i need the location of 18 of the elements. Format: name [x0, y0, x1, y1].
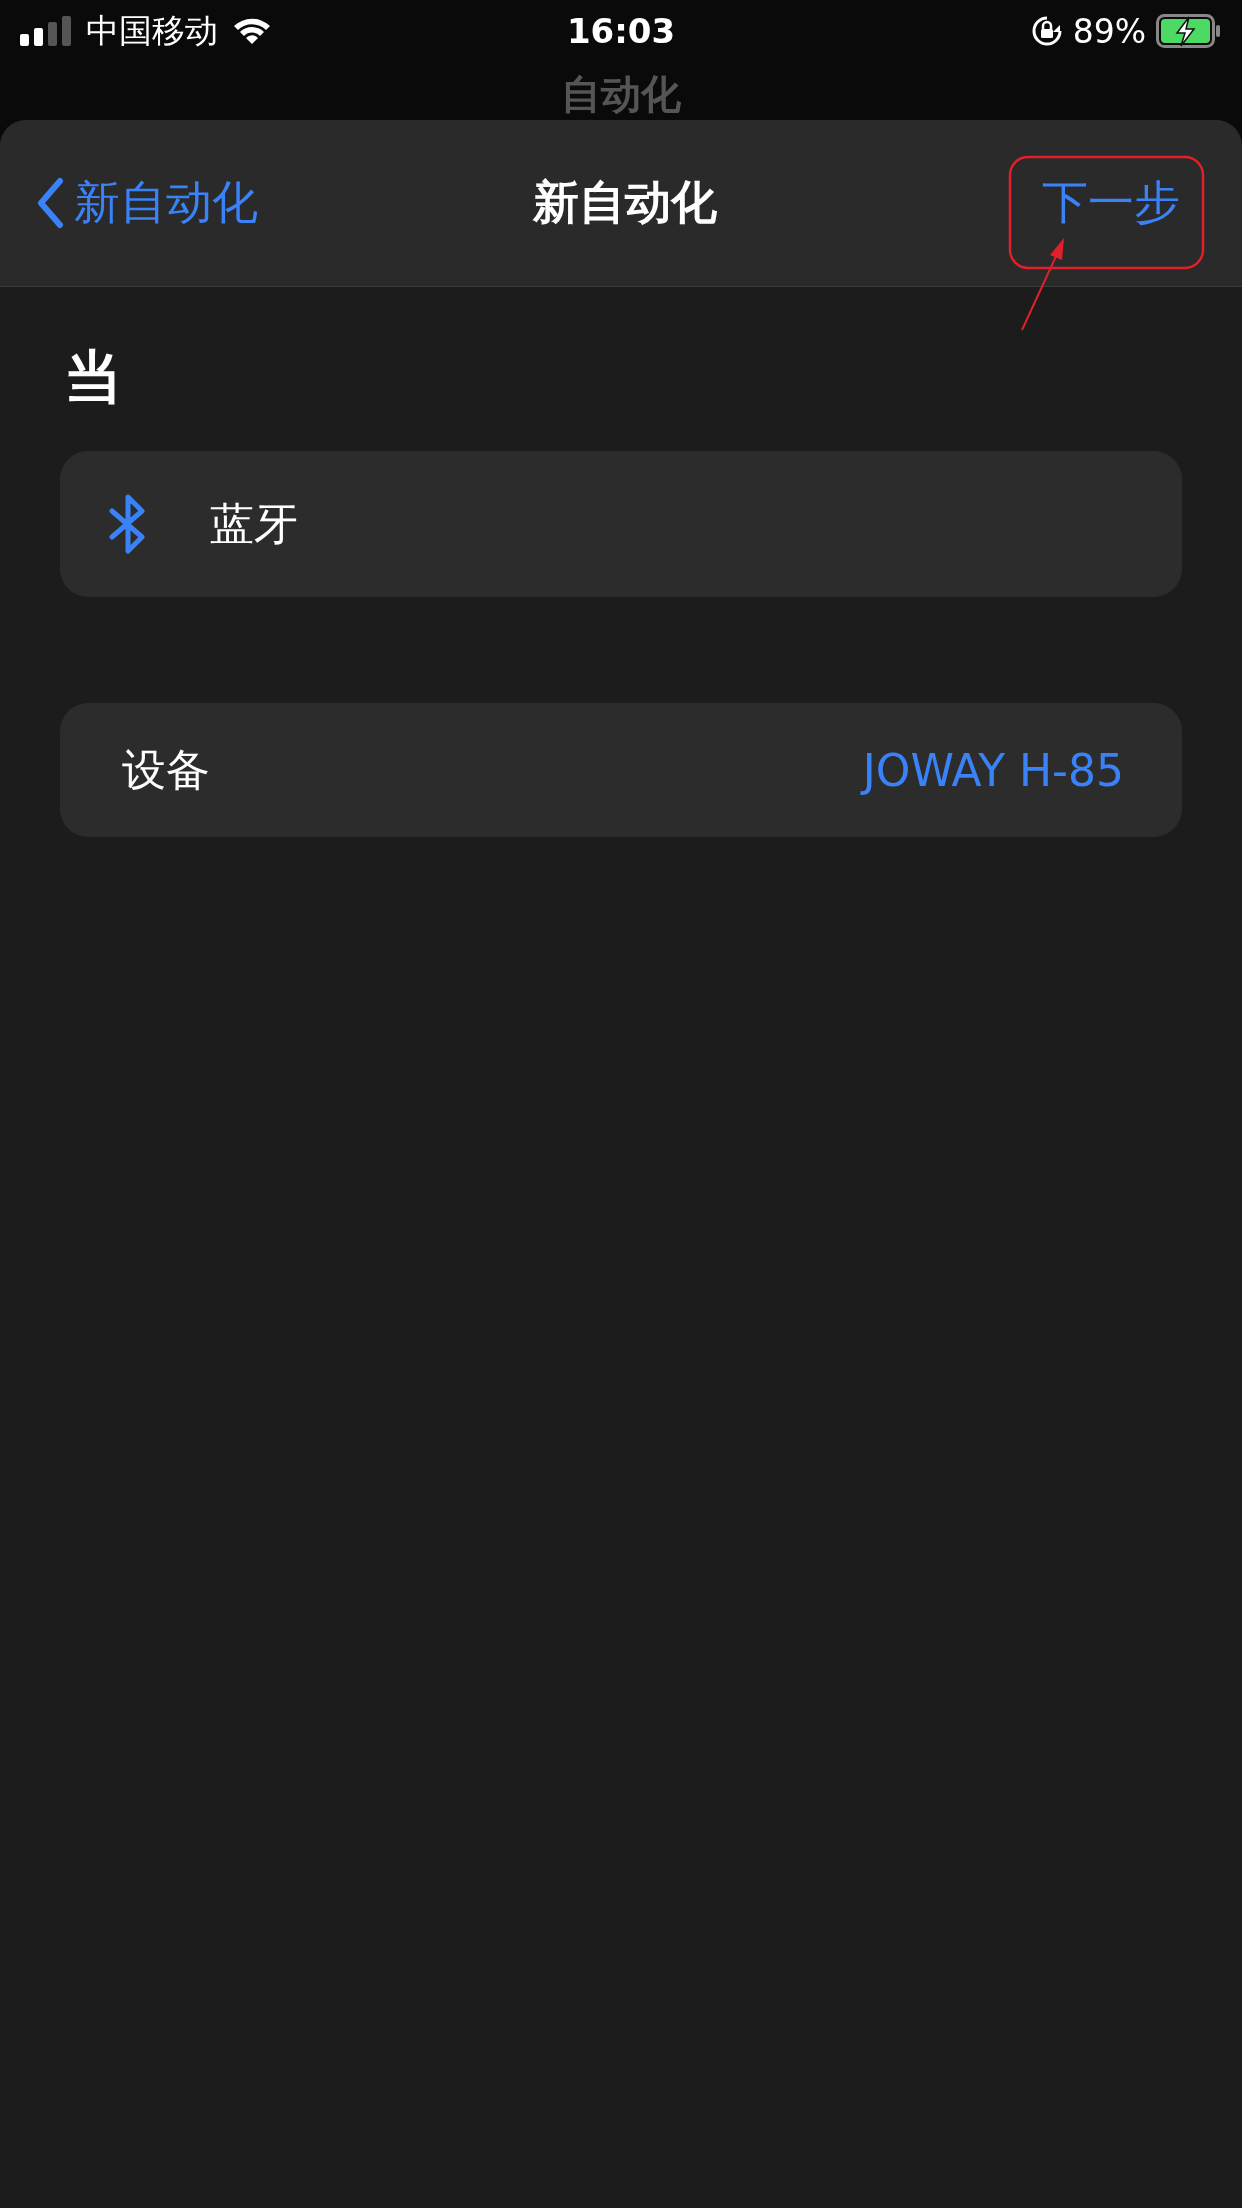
section-header: 当 [63, 342, 123, 413]
battery-percent: 89% [1072, 11, 1146, 51]
back-button[interactable]: 新自动化 [36, 172, 533, 234]
device-label: 设备 [122, 742, 210, 797]
signal-icon [20, 16, 72, 46]
carrier-name: 中国移动 [86, 9, 218, 52]
next-button[interactable]: 下一步 [1026, 172, 1214, 234]
trigger-label: 蓝牙 [210, 496, 298, 551]
trigger-row[interactable]: 蓝牙 [60, 451, 1182, 597]
device-row[interactable]: 设备 JOWAY H-85 [60, 703, 1182, 837]
background-title: 自动化 [561, 74, 681, 114]
screen-title: 新自动化 [533, 174, 717, 231]
wifi-icon [232, 16, 272, 46]
battery-charging-icon [1156, 14, 1222, 48]
status-time: 16:03 [566, 11, 676, 51]
chevron-left-icon [36, 177, 64, 229]
device-value: JOWAY H-85 [862, 744, 1124, 796]
rotation-lock-icon [1030, 15, 1063, 47]
